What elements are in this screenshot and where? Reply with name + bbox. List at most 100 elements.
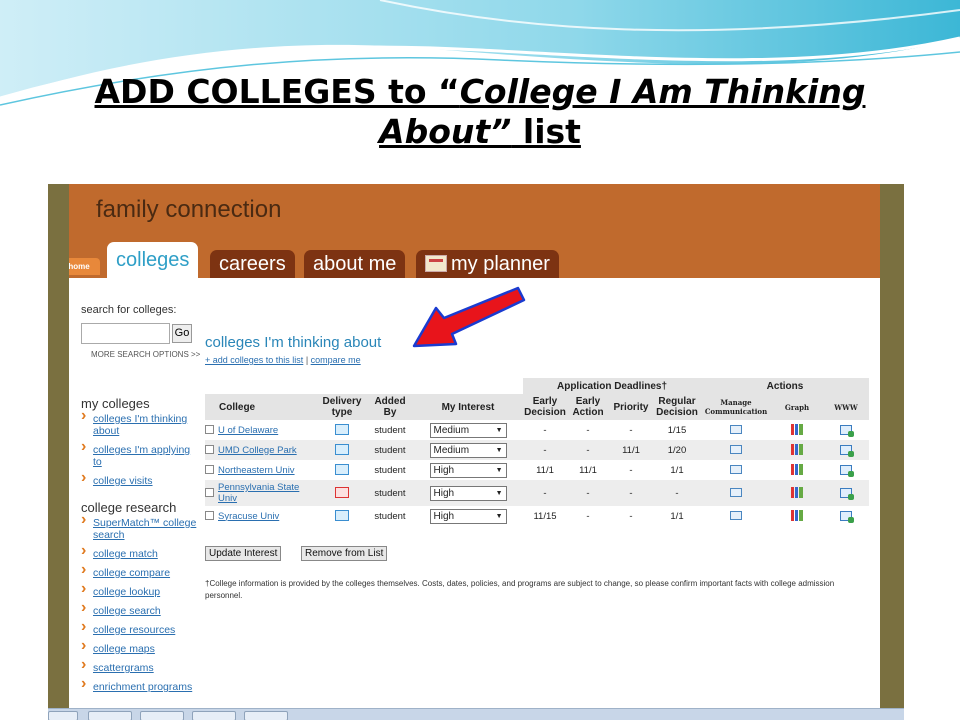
deadlines-header: Application Deadlines† (523, 378, 701, 394)
tab-about-me[interactable]: about me (304, 250, 406, 278)
sidebar-item-college-match[interactable]: college match (81, 545, 201, 560)
college-link[interactable]: Syracuse Univ (218, 511, 279, 522)
col-header-delivery: Delivery type (317, 394, 367, 420)
sidebar-item-college-lookup[interactable]: college lookup (81, 583, 201, 598)
interest-select[interactable]: High (429, 485, 507, 501)
sidebar-item-scattergrams[interactable]: scattergrams (81, 659, 201, 674)
regular-decision-cell: 1/1 (670, 464, 684, 476)
row-checkbox[interactable] (205, 487, 214, 497)
row-checkbox[interactable] (205, 510, 214, 520)
priority-cell: - (629, 424, 633, 436)
row-checkbox[interactable] (205, 444, 214, 454)
page-title: colleges I'm thinking about (205, 334, 382, 351)
add-colleges-link[interactable]: + add colleges to this list (205, 355, 303, 365)
my-colleges-list: colleges I'm thinking about colleges I'm… (81, 410, 201, 487)
graph-icon[interactable] (791, 487, 803, 499)
college-search-input[interactable] (81, 323, 170, 344)
graph-icon[interactable] (791, 424, 803, 436)
row-checkbox[interactable] (205, 464, 214, 474)
sidebar-item-supermatch[interactable]: SuperMatch™ college search (81, 514, 201, 541)
regular-decision-cell: 1/1 (670, 510, 684, 522)
more-search-options-link[interactable]: MORE SEARCH OPTIONS >> (81, 350, 201, 359)
college-link[interactable]: UMD College Park (218, 445, 297, 456)
graph-icon[interactable] (791, 464, 803, 476)
sidebar-item-thinking-about[interactable]: colleges I'm thinking about (81, 410, 201, 437)
go-button[interactable]: Go (172, 324, 192, 343)
slide-title-part1: ADD COLLEGES to “ (94, 72, 460, 111)
sidebar-item-college-search[interactable]: college search (81, 602, 201, 617)
link-separator: | (303, 355, 311, 365)
taskbar-chrome-icon[interactable] (88, 711, 132, 720)
brand-title: family connection (96, 196, 282, 223)
col-header-college: College (205, 394, 317, 420)
mail-icon[interactable] (730, 445, 742, 455)
main-content: colleges I'm thinking about + add colleg… (205, 334, 875, 600)
planner-icon (425, 255, 447, 272)
row-checkbox[interactable] (205, 424, 214, 434)
mail-icon[interactable] (730, 511, 742, 521)
table-row: U of Delaware student Medium - - - 1/15 (205, 420, 869, 440)
added-by-cell: student (367, 440, 413, 460)
table-row: UMD College Park student Medium - - 11/1… (205, 440, 869, 460)
early-decision-cell: - (543, 424, 547, 436)
sidebar-item-college-resources[interactable]: college resources (81, 621, 201, 636)
table-header-row-top: Application Deadlines† Actions (205, 378, 869, 394)
regular-decision-cell: 1/15 (667, 424, 687, 436)
college-research-list: SuperMatch™ college search college match… (81, 514, 201, 693)
early-action-cell: - (586, 510, 590, 522)
slide-title: ADD COLLEGES to “College I Am Thinking A… (0, 72, 960, 152)
www-link-icon[interactable] (840, 464, 854, 477)
graph-icon[interactable] (791, 444, 803, 456)
interest-select[interactable]: Medium (429, 442, 507, 458)
taskbar-powerpoint-icon[interactable] (192, 711, 236, 720)
early-decision-cell: 11/1 (536, 464, 554, 476)
interest-select[interactable]: High (429, 508, 507, 524)
priority-cell: - (629, 464, 633, 476)
main-tabbar: home colleges careers about me my planne… (69, 242, 880, 278)
col-header-graph: Graph (771, 394, 823, 420)
www-link-icon[interactable] (840, 424, 854, 437)
red-pointer-arrow (412, 286, 526, 348)
screenshot-frame: family connection home colleges careers … (48, 184, 904, 720)
interest-select[interactable]: High (429, 462, 507, 478)
taskbar-explorer-icon[interactable] (140, 711, 184, 720)
priority-cell: 11/1 (609, 440, 653, 460)
taskbar-start-icon[interactable] (48, 711, 78, 720)
update-interest-button[interactable]: Update Interest (205, 546, 282, 561)
table-row: Syracuse Univ student High 11/15 - - 1/1 (205, 506, 869, 526)
compare-me-link[interactable]: compare me (311, 355, 361, 365)
early-action-cell: - (567, 440, 609, 460)
www-link-icon[interactable] (840, 510, 854, 523)
search-row: Go (81, 323, 201, 345)
sidebar-item-college-visits[interactable]: college visits (81, 472, 201, 487)
mail-icon[interactable] (730, 488, 742, 498)
tab-colleges[interactable]: colleges (107, 242, 199, 278)
sidebar-item-college-compare[interactable]: college compare (81, 564, 201, 579)
tab-home[interactable]: home (69, 258, 100, 275)
mail-icon[interactable] (730, 425, 742, 435)
priority-cell: - (629, 510, 633, 522)
tab-my-planner-label: my planner (451, 253, 550, 275)
common-app-icon (335, 510, 349, 522)
remove-from-list-button[interactable]: Remove from List (301, 546, 388, 561)
tab-careers[interactable]: careers (210, 250, 295, 278)
graph-icon[interactable] (791, 510, 803, 522)
slide-title-list-name-a: College I Am Thinking (459, 72, 866, 111)
my-colleges-heading: my colleges (81, 396, 150, 411)
sidebar-item-applying-to[interactable]: colleges I'm applying to (81, 441, 201, 468)
college-link[interactable]: Northeastern Univ (218, 465, 295, 476)
taskbar-word-icon[interactable] (244, 711, 288, 720)
sidebar-item-enrichment-programs[interactable]: enrichment programs (81, 678, 201, 693)
college-link[interactable]: U of Delaware (218, 425, 278, 436)
app-header: family connection home colleges careers … (69, 184, 880, 278)
mail-icon[interactable] (730, 465, 742, 475)
interest-select[interactable]: Medium (429, 422, 507, 438)
college-link[interactable]: Pennsylvania State Univ (218, 482, 304, 504)
table-row: Pennsylvania State Univ student High - -… (205, 480, 869, 506)
early-decision-cell: - (523, 480, 567, 506)
sidebar-item-college-maps[interactable]: college maps (81, 640, 201, 655)
www-link-icon[interactable] (840, 487, 854, 500)
www-link-icon[interactable] (840, 444, 854, 457)
tab-my-planner[interactable]: my planner (416, 250, 559, 278)
electronic-delivery-icon (335, 444, 349, 456)
